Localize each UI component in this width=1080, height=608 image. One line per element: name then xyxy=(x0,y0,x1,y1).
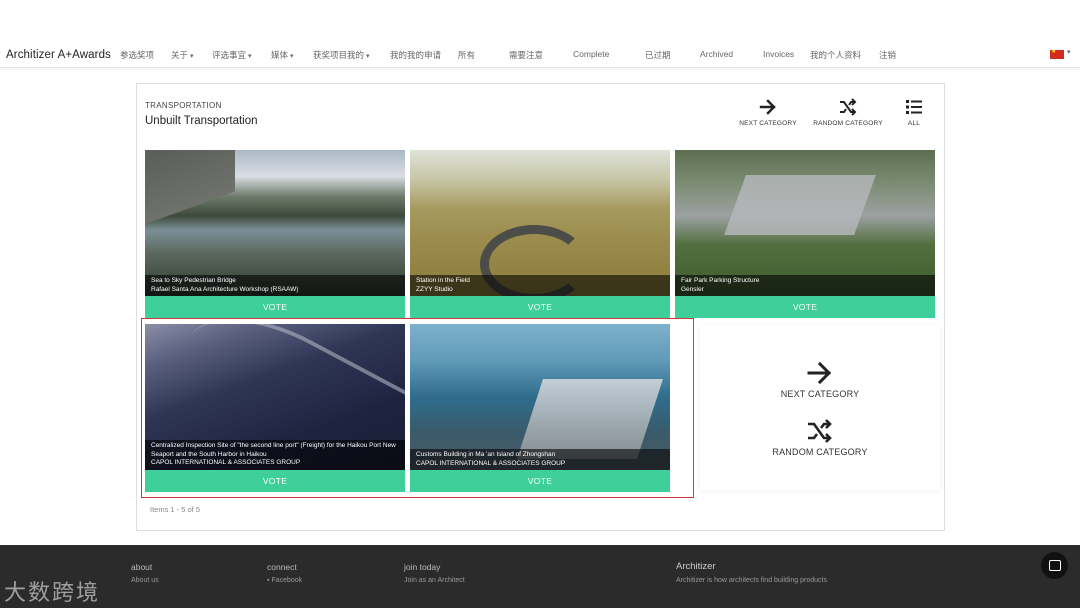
random-category-label: RANDOM CATEGORY xyxy=(813,120,883,127)
project-title: Fair Park Parking Structure xyxy=(681,277,760,284)
footer-brand: Architizer xyxy=(676,561,716,572)
next-category-label: NEXT CATEGORY xyxy=(739,120,797,127)
highlight-box xyxy=(141,318,694,498)
chevron-down-icon[interactable]: ▾ xyxy=(1067,48,1071,56)
project-card[interactable]: Station in the Field ZZYY Studio VOTE xyxy=(410,150,670,320)
project-card[interactable]: Sea to Sky Pedestrian Bridge Rafael Sant… xyxy=(145,150,405,320)
nav-item-judging[interactable]: 评选事宜 ▾ xyxy=(212,49,252,61)
project-card[interactable]: Fair Park Parking Structure Gensler VOTE xyxy=(675,150,935,320)
footer-join-heading: join today xyxy=(404,562,441,572)
chat-icon[interactable] xyxy=(1041,552,1068,579)
footer-connect-heading: connect xyxy=(267,562,297,572)
next-category-button[interactable]: NEXT CATEGORY xyxy=(700,361,940,399)
chevron-down-icon: ▾ xyxy=(366,53,370,60)
nav-item-media[interactable]: 媒体 ▾ xyxy=(271,49,294,61)
nav-item-all[interactable]: 所有 xyxy=(458,49,475,61)
nav-item-attention[interactable]: 需要注意 xyxy=(509,49,543,61)
random-category-button[interactable]: RANDOM CATEGORY xyxy=(700,419,940,457)
arrow-right-icon xyxy=(759,99,776,115)
category-supertitle: TRANSPORTATION xyxy=(145,101,222,110)
shuffle-icon xyxy=(808,419,832,443)
nav-item-invoices[interactable]: Invoices xyxy=(763,49,794,59)
next-category-label: NEXT CATEGORY xyxy=(780,389,860,399)
project-title: Station in the Field xyxy=(416,277,470,284)
shuffle-icon xyxy=(840,98,857,116)
category-title: Unbuilt Transportation xyxy=(145,115,258,127)
nav-item-profile[interactable]: 我的个人资料 xyxy=(810,49,861,61)
random-category-label: RANDOM CATEGORY xyxy=(772,447,868,457)
footer-facebook-link[interactable]: ▪ Facebook xyxy=(267,577,302,584)
project-author: Rafael Santa Ana Architecture Workshop (… xyxy=(151,285,299,293)
chevron-down-icon: ▾ xyxy=(248,53,252,60)
project-author: Gensler xyxy=(681,285,704,293)
vote-button[interactable]: VOTE xyxy=(410,296,670,318)
project-title: Sea to Sky Pedestrian Bridge xyxy=(151,277,236,284)
vote-button[interactable]: VOTE xyxy=(145,296,405,318)
nav-item-expired[interactable]: 已过期 xyxy=(645,49,671,61)
footer-join-link[interactable]: Join as an Architect xyxy=(404,577,465,584)
pagination-summary: Items 1 - 5 of 5 xyxy=(150,505,201,514)
project-caption: Fair Park Parking Structure Gensler xyxy=(675,275,935,296)
footer-about-link[interactable]: About us xyxy=(131,577,159,584)
all-categories-button[interactable]: ALL xyxy=(900,98,928,127)
brand-logo[interactable]: Architizer A+Awards xyxy=(6,49,111,61)
chevron-down-icon: ▾ xyxy=(190,53,194,60)
vote-button[interactable]: VOTE xyxy=(675,296,935,318)
china-flag-icon[interactable] xyxy=(1050,48,1064,59)
project-author: ZZYY Studio xyxy=(416,285,453,293)
nav-item-winners[interactable]: 获奖项目我的 ▾ xyxy=(313,49,370,61)
nav-item-complete[interactable]: Complete xyxy=(573,49,609,59)
facebook-icon: ▪ xyxy=(267,577,270,584)
nav-item-about[interactable]: 关于 ▾ xyxy=(171,49,194,61)
project-caption: Sea to Sky Pedestrian Bridge Rafael Sant… xyxy=(145,275,405,296)
category-navigation-card: NEXT CATEGORY RANDOM CATEGORY xyxy=(700,325,940,490)
list-icon xyxy=(906,100,922,114)
nav-item-awards[interactable]: 参选奖项 xyxy=(120,49,154,61)
watermark: 大数跨境 xyxy=(4,580,101,605)
random-category-button[interactable]: RANDOM CATEGORY xyxy=(812,98,884,127)
footer xyxy=(0,545,1080,608)
chevron-down-icon: ▾ xyxy=(290,53,294,60)
project-caption: Station in the Field ZZYY Studio xyxy=(410,275,670,296)
next-category-button[interactable]: NEXT CATEGORY xyxy=(738,98,798,127)
nav-item-logout[interactable]: 注销 xyxy=(879,49,896,61)
arrow-right-icon xyxy=(807,361,832,385)
nav-item-my-entries[interactable]: 我的我的申请 xyxy=(390,49,441,61)
nav-item-archived[interactable]: Archived xyxy=(700,49,733,59)
footer-about-heading: about xyxy=(131,562,153,572)
all-categories-label: ALL xyxy=(907,120,921,127)
footer-tagline: Architizer is how architects find buildi… xyxy=(676,577,827,584)
